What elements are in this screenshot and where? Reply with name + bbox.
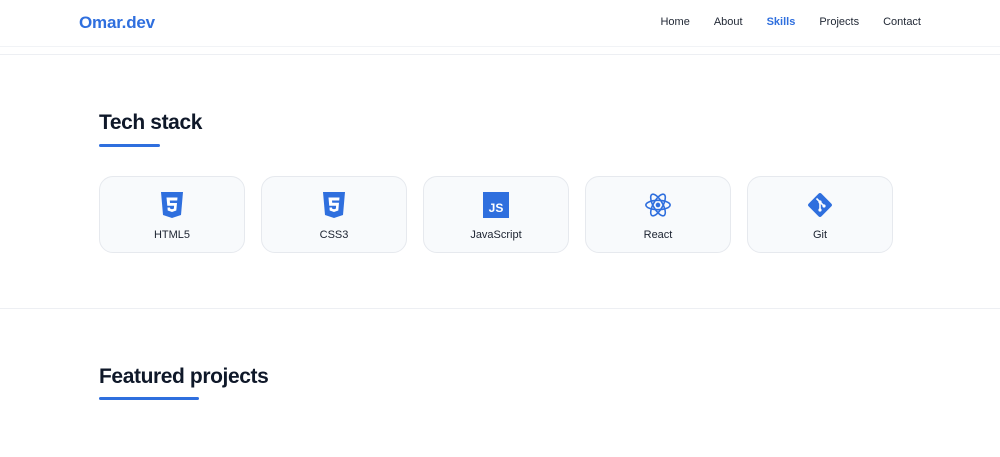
featured-projects-underline [99,397,199,400]
nav-link-skills[interactable]: Skills [767,16,796,28]
html5-icon [158,191,186,219]
tech-card-label: JavaScript [470,229,522,241]
tech-card-label: React [643,229,673,241]
featured-projects-title: Featured projects [99,365,269,388]
javascript-icon: JS [482,191,510,219]
tech-card-git[interactable]: Git [747,176,893,253]
tech-card-label: HTML5 [153,229,191,241]
tech-card-label: Git [812,229,828,241]
tech-card-label: CSS3 [319,229,349,241]
navbar: Omar.dev Home About Skills Projects Cont… [0,0,1000,47]
tech-card-css3[interactable]: CSS3 [261,176,407,253]
tech-stack-title: Tech stack [99,111,202,134]
header-divider [0,54,1000,55]
nav-link-home[interactable]: Home [660,16,689,28]
react-icon [644,191,672,219]
git-icon [806,191,834,219]
tech-card-html5[interactable]: HTML5 [99,176,245,253]
nav-link-contact[interactable]: Contact [883,16,921,28]
nav-link-projects[interactable]: Projects [819,16,859,28]
tech-stack-cards: HTML5 CSS3 JS JavaScript React Git [99,176,893,253]
tech-stack-underline [99,144,160,147]
nav-link-about[interactable]: About [714,16,743,28]
tech-card-react[interactable]: React [585,176,731,253]
section-divider [0,308,1000,309]
css3-icon [320,191,348,219]
nav-links: Home About Skills Projects Contact [660,16,921,28]
tech-card-javascript[interactable]: JS JavaScript [423,176,569,253]
logo[interactable]: Omar.dev [79,13,155,33]
svg-text:JS: JS [489,201,504,215]
